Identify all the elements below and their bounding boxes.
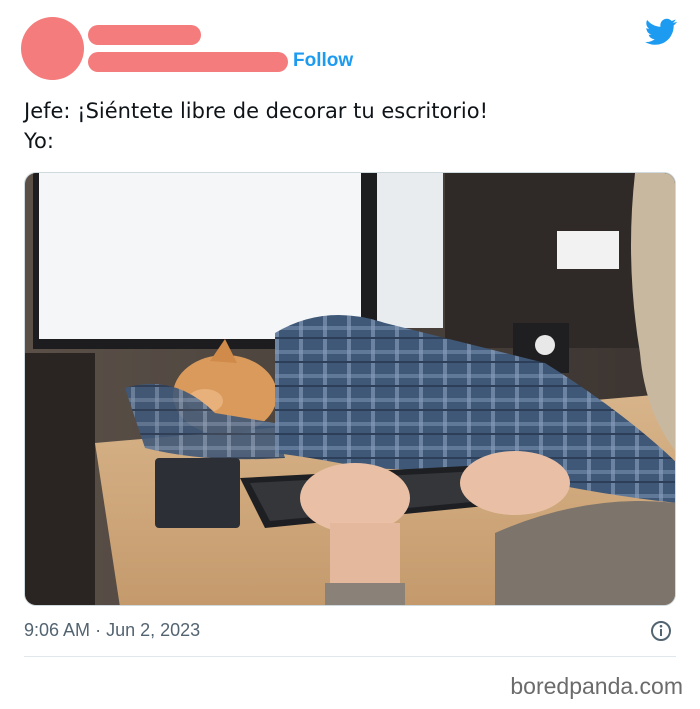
boredpanda-watermark: boredpanda.com <box>510 673 683 699</box>
tweet-timestamp[interactable]: 9:06 AM · Jun 2, 2023 <box>24 620 200 641</box>
tweet-text: Jefe: ¡Siéntete libre de decorar tu escr… <box>24 96 664 156</box>
redacted-username[interactable] <box>88 52 288 72</box>
timestamp-separator: · <box>95 620 102 640</box>
tweet-line-me: Yo: <box>24 129 54 153</box>
tweet-time: 9:06 AM <box>24 620 91 640</box>
tweet-date: Jun 2, 2023 <box>106 620 201 640</box>
tweet-photo[interactable] <box>24 172 676 606</box>
footer-divider <box>24 656 676 657</box>
twitter-bird-icon[interactable] <box>645 18 677 46</box>
info-icon[interactable] <box>650 620 672 642</box>
redacted-display-name[interactable] <box>88 25 201 45</box>
redacted-avatar[interactable] <box>21 17 84 80</box>
tweet-line-boss: Jefe: ¡Siéntete libre de decorar tu escr… <box>24 99 489 123</box>
cat-under-blanket-photo <box>25 173 675 605</box>
follow-button[interactable]: Follow <box>293 50 353 72</box>
